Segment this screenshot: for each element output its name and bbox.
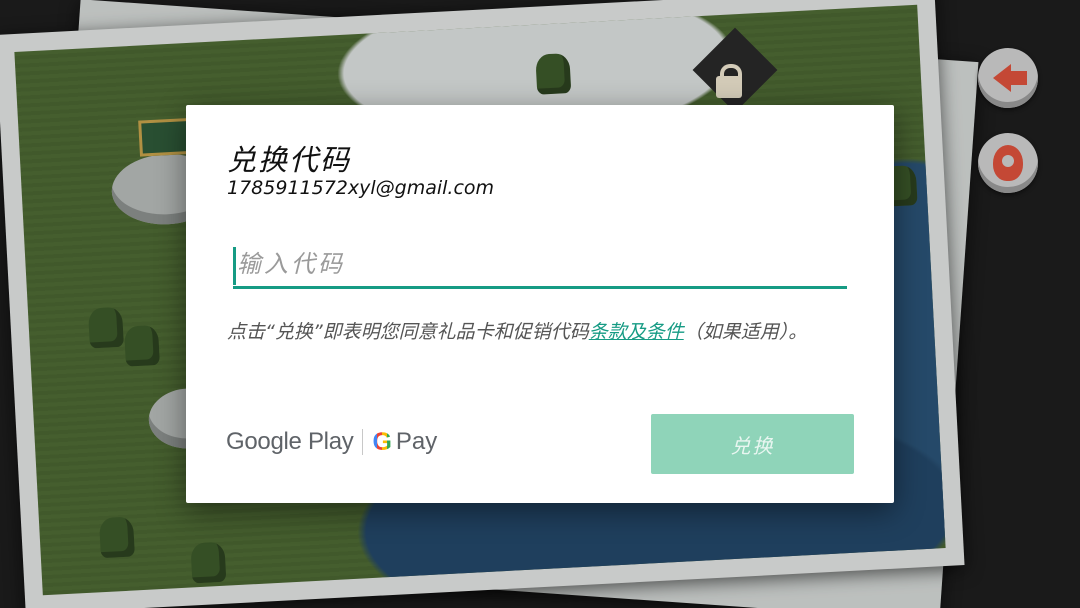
google-g-icon: G [372,427,392,456]
terms-notice: 点击“兑换”即表明您同意礼品卡和促销代码条款及条件（如果适用）。 [227,319,853,345]
account-email: 1785911572xyl@gmail.com [227,177,495,199]
code-input[interactable] [233,243,847,285]
dialog-title: 兑换代码 [227,143,352,177]
code-field[interactable] [233,243,847,289]
google-play-logo-text: Google Play [226,428,354,455]
redeem-code-dialog: 兑换代码 1785911572xyl@gmail.com 点击“兑换”即表明您同… [186,105,894,503]
google-play-pay-branding: Google Play G Pay [226,427,437,457]
code-field-underline [233,286,847,289]
redeem-button[interactable]: 兑换 [651,414,854,474]
terms-prefix: 点击“兑换”即表明您同意礼品卡和促销代码 [227,321,589,343]
pay-logo-text: Pay [395,428,438,455]
terms-suffix: （如果适用）。 [683,321,808,343]
brand-divider [362,429,364,455]
terms-link[interactable]: 条款及条件 [589,321,684,343]
